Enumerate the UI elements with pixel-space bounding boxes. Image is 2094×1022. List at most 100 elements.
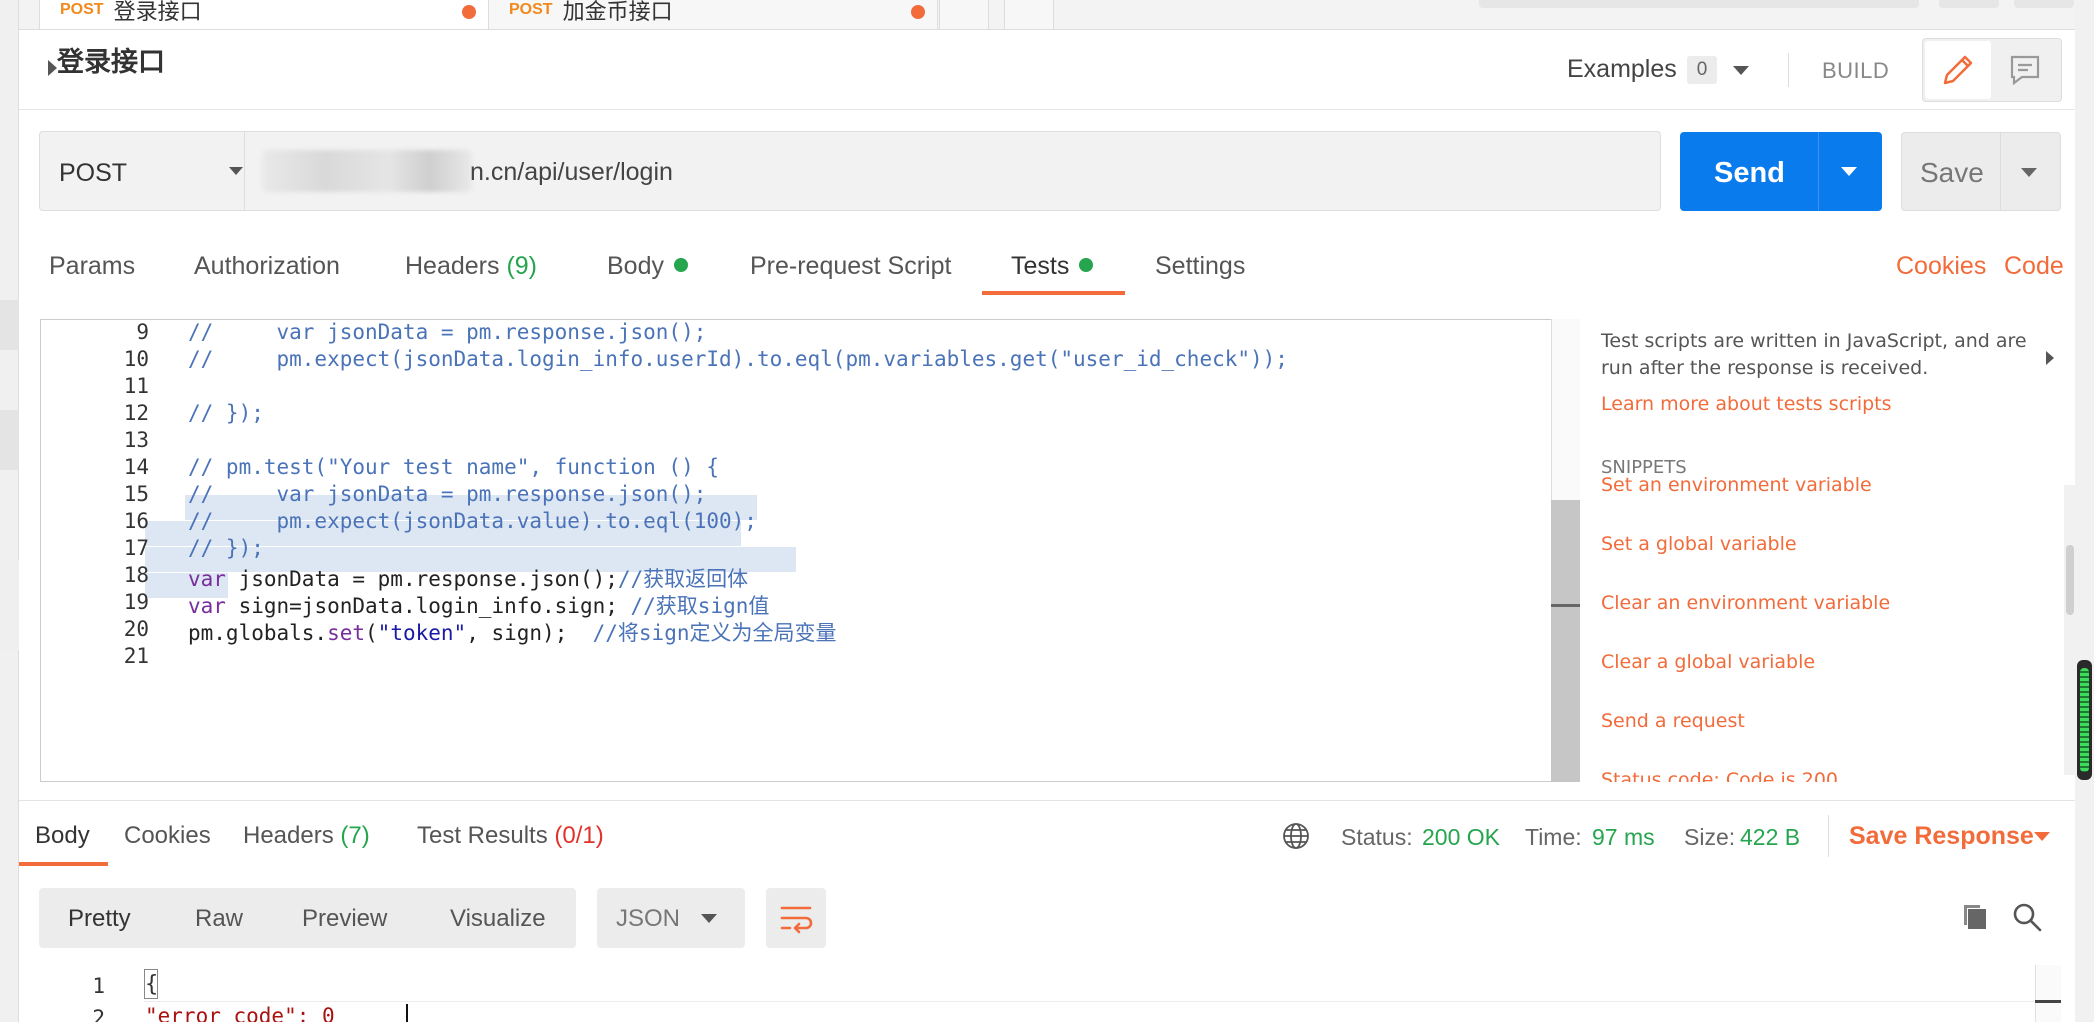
request-tabs-bar: POST 登录接口 POST 加金币接口 — [19, 0, 2094, 30]
sidebar-edge-block — [0, 410, 19, 470]
environment-selector[interactable] — [1479, 0, 1919, 8]
sidebar-edge — [0, 0, 19, 1022]
redacted-host — [262, 150, 472, 192]
response-tab-cookies[interactable]: Cookies — [124, 822, 211, 850]
status-value[interactable]: 200 OK — [1422, 824, 1500, 851]
code-keyword: var — [188, 594, 226, 618]
response-tab-test-results-label: Test Results — [417, 822, 548, 849]
window-scrollbar[interactable] — [2075, 0, 2094, 1022]
divider — [244, 131, 245, 211]
code-line: // }); — [188, 401, 264, 425]
test-results-count: (0/1) — [554, 822, 604, 849]
format-select-label[interactable]: JSON — [616, 905, 680, 933]
code-text: sign=jsonData.login_info.sign; — [225, 594, 631, 618]
more-tabs-button[interactable] — [1004, 0, 1054, 29]
tab-settings[interactable]: Settings — [1155, 252, 1245, 281]
snippet-clear-env-var[interactable]: Clear an environment variable — [1601, 592, 1890, 614]
scroll-position-marker — [2035, 1000, 2061, 1003]
view-preview-button[interactable]: Preview — [302, 905, 387, 933]
url-input[interactable]: n.cn/api/user/login — [470, 158, 673, 187]
edit-button[interactable] — [1925, 41, 1991, 99]
examples-count-badge: 0 — [1687, 56, 1717, 84]
snippet-set-global-var[interactable]: Set a global variable — [1601, 533, 1797, 555]
tab-prerequest-script[interactable]: Pre-request Script — [750, 252, 951, 281]
snippet-set-env-var[interactable]: Set an environment variable — [1601, 474, 1872, 496]
view-raw-button[interactable]: Raw — [195, 905, 243, 933]
snippet-clear-global-var[interactable]: Clear a global variable — [1601, 651, 1815, 673]
scroll-position-marker — [1551, 604, 1580, 607]
chevron-down-icon[interactable] — [229, 167, 243, 175]
sidebar-edge-block — [0, 560, 19, 650]
code-link[interactable]: Code — [2004, 252, 2064, 281]
chevron-down-icon[interactable] — [1733, 66, 1749, 75]
comments-button[interactable] — [1992, 41, 2058, 99]
wrap-lines-button[interactable] — [766, 888, 826, 948]
snippets-list: Set an environment variable Set a global… — [1595, 460, 2045, 782]
request-tab-login[interactable]: POST 登录接口 — [39, 0, 489, 29]
response-tab-body[interactable]: Body — [35, 822, 90, 850]
request-header — [19, 30, 2094, 110]
response-tab-test-results[interactable]: Test Results (0/1) — [417, 822, 604, 850]
pencil-icon — [1943, 55, 1973, 85]
send-button-label[interactable]: Send — [1714, 157, 1785, 190]
snippets-scrollbar-thumb[interactable] — [2066, 545, 2074, 615]
time-value[interactable]: 97 ms — [1592, 824, 1655, 851]
new-tab-button[interactable] — [939, 0, 989, 29]
save-response-button[interactable]: Save Response — [1849, 822, 2034, 851]
tab-tests-label: Tests — [1011, 252, 1070, 280]
send-options-chevron-icon[interactable] — [1841, 167, 1857, 176]
tests-help-text: Test scripts are written in JavaScript, … — [1601, 330, 2027, 379]
response-headers-count: (7) — [340, 822, 370, 849]
active-tab-indicator — [19, 862, 108, 866]
copy-icon[interactable] — [1958, 900, 1992, 934]
search-icon[interactable] — [2010, 900, 2044, 934]
examples-button[interactable]: Examples — [1567, 55, 1677, 84]
divider — [19, 800, 2075, 801]
code-line: // pm.expect(jsonData.login_info.userId)… — [188, 347, 1288, 371]
unsaved-dot — [462, 5, 476, 19]
cookies-link[interactable]: Cookies — [1896, 252, 1986, 281]
tab-tests[interactable]: Tests — [1011, 252, 1094, 281]
collapse-caret-icon[interactable] — [48, 60, 57, 76]
comment-icon — [2010, 55, 2040, 86]
code-line: // var jsonData = pm.response.json(); — [188, 320, 707, 344]
response-scrollbar[interactable] — [2035, 965, 2061, 1022]
learn-more-link[interactable]: Learn more about tests scripts — [1601, 393, 1892, 415]
text-cursor — [406, 1004, 408, 1022]
save-button-label[interactable]: Save — [1920, 157, 1984, 189]
code-line: // pm.test("Your test name", function ()… — [188, 455, 720, 479]
response-tab-headers[interactable]: Headers (7) — [243, 822, 370, 850]
tab-headers-count: (9) — [506, 252, 538, 280]
request-tab-coins[interactable]: POST 加金币接口 — [488, 0, 938, 29]
chevron-down-icon[interactable] — [2034, 832, 2050, 841]
line-number: 12 — [123, 401, 149, 425]
view-pretty-button[interactable]: Pretty — [68, 905, 131, 933]
request-title[interactable]: 登录接口 — [57, 40, 165, 79]
globe-icon[interactable] — [1280, 820, 1312, 852]
tab-name: 登录接口 — [113, 0, 202, 24]
tests-code-editor[interactable]: 9 10 11 12 13 14 15 16 17 18 19 20 21 //… — [40, 319, 1580, 782]
build-mode-label[interactable]: BUILD — [1822, 58, 1889, 84]
line-number: 18 — [123, 563, 149, 587]
size-value[interactable]: 422 B — [1740, 824, 1800, 851]
method-select[interactable]: POST — [59, 159, 127, 188]
tab-body[interactable]: Body — [607, 252, 688, 281]
manage-environments-button[interactable] — [2014, 0, 2074, 8]
code-comment: //获取sign值 — [630, 594, 770, 618]
editor-scrollbar-thumb[interactable] — [1551, 500, 1580, 782]
snippet-status-code-200[interactable]: Status code: Code is 200 — [1601, 769, 1838, 782]
chevron-down-icon[interactable] — [701, 914, 717, 923]
save-options-chevron-icon[interactable] — [2021, 168, 2037, 177]
tab-params[interactable]: Params — [49, 252, 135, 281]
collapse-panel-chevron-icon[interactable] — [2046, 351, 2054, 365]
snippet-send-request[interactable]: Send a request — [1601, 710, 1745, 732]
status-dot-icon — [673, 258, 688, 272]
code-text: , sign); — [466, 621, 593, 645]
view-visualize-button[interactable]: Visualize — [450, 905, 546, 933]
tab-authorization[interactable]: Authorization — [194, 252, 340, 281]
tab-headers[interactable]: Headers (9) — [405, 252, 537, 281]
code-line: pm.globals.set("token", sign); //将sign定义… — [188, 617, 836, 647]
line-number: 21 — [123, 644, 149, 668]
divider — [1828, 815, 1829, 857]
environment-quicklook-button[interactable] — [1939, 0, 1999, 8]
